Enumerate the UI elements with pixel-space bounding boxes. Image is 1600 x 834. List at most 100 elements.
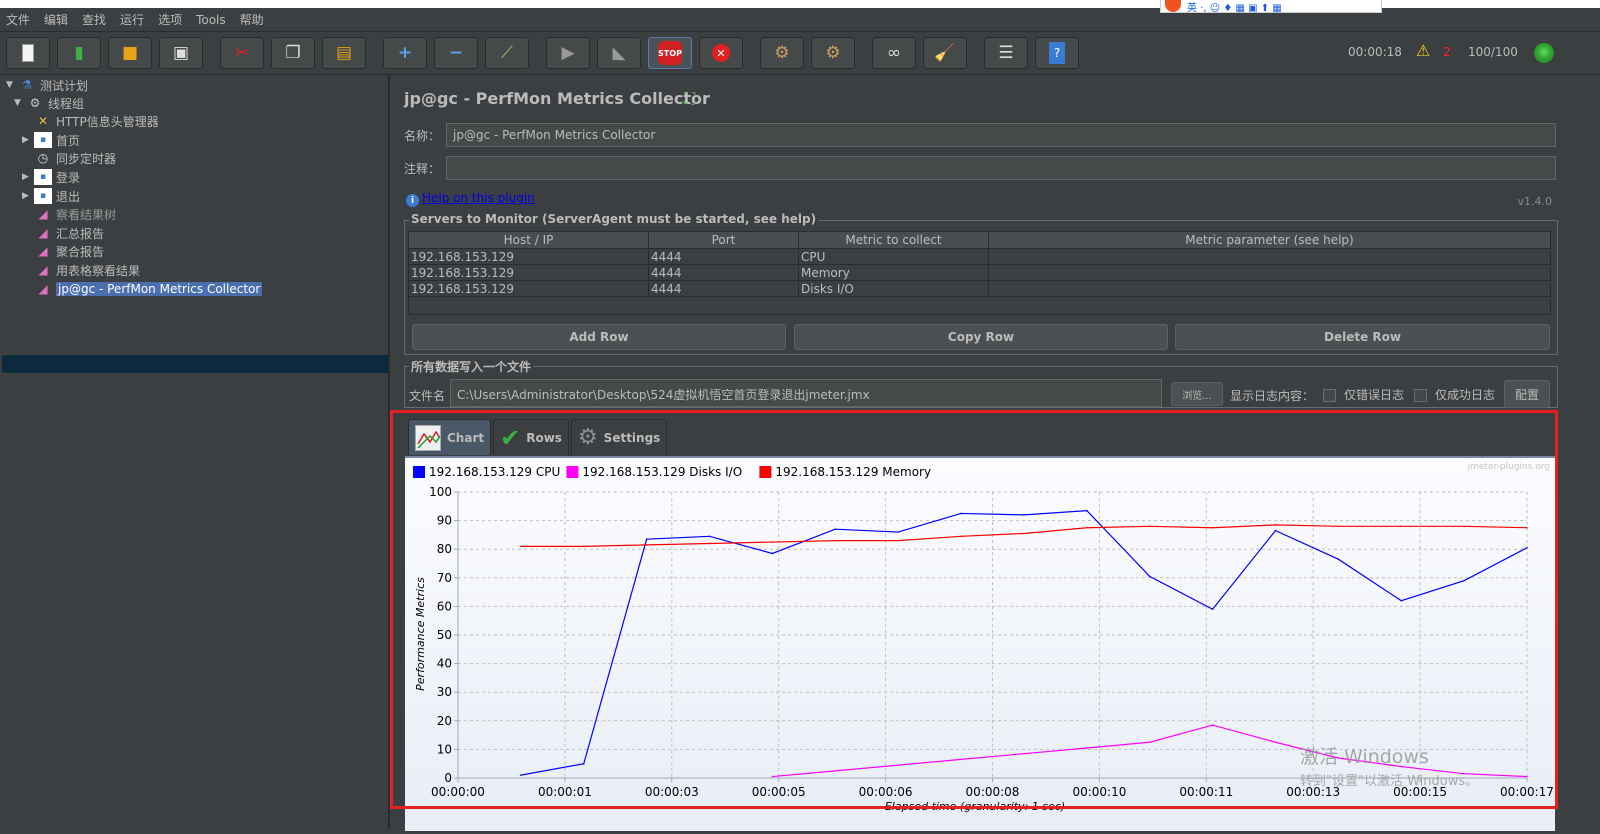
column-header[interactable]: Host / IP	[408, 231, 649, 249]
clear-button[interactable]: ⚙	[760, 37, 804, 69]
table-row[interactable]: 192.168.153.129 4444 CPU	[408, 248, 1551, 265]
stop-button[interactable]: STOP	[648, 37, 692, 69]
tree-item-label: 退出	[56, 189, 81, 204]
tree-item-test-plan[interactable]: ▼ ⚗ 测试计划	[6, 76, 88, 94]
tree-item-perfmon-collector[interactable]: ◢ jp@gc - PerfMon Metrics Collector	[22, 280, 263, 298]
ime-lang[interactable]: 英 ·, ☺ ♦ ▦ ▣ ⬆ ▦	[1187, 0, 1282, 14]
expand-fullscreen-icon[interactable]: ⛶	[684, 89, 695, 109]
menu-tools[interactable]: Tools	[196, 13, 226, 27]
port-cell[interactable]: 4444	[648, 280, 799, 297]
tab-chart[interactable]: Chart	[408, 419, 492, 455]
start-no-pauses-button[interactable]: ◣	[597, 37, 641, 69]
collapse-button[interactable]: −	[434, 37, 478, 69]
expand-toggle[interactable]: ▶	[22, 172, 34, 182]
data-point	[1526, 526, 1528, 529]
column-header[interactable]: Metric parameter (see help)	[988, 231, 1551, 249]
warning-icon[interactable]: ⚠	[1416, 41, 1430, 60]
paste-button[interactable]: ▤	[322, 37, 366, 69]
data-point	[1211, 608, 1214, 611]
menu-options[interactable]: 选项	[158, 11, 182, 28]
legend-label: 192.168.153.129 CPU	[429, 465, 560, 479]
success-only-option[interactable]: 仅成功日志	[1414, 386, 1495, 403]
metric-cell[interactable]: Disks I/O	[798, 280, 989, 297]
y-tick-label: 70	[437, 571, 452, 585]
tree-item-view-results-table[interactable]: ◢ 用表格察看结果	[22, 261, 140, 279]
delete-row-button[interactable]: Delete Row	[1175, 324, 1550, 350]
name-input[interactable]: jp@gc - PerfMon Metrics Collector	[446, 123, 1556, 147]
tree-item-view-results-tree[interactable]: ◢ 察看结果树	[22, 205, 116, 223]
tree-item-aggregate-report[interactable]: ◢ 聚合报告	[22, 242, 104, 260]
shutdown-button[interactable]: ✕	[699, 37, 743, 69]
clear-all-button[interactable]: ⚙	[811, 37, 855, 69]
data-point	[520, 774, 522, 776]
legend-swatch	[413, 466, 425, 478]
configure-button[interactable]: 配置	[1504, 380, 1550, 408]
errors-only-option[interactable]: 仅错误日志	[1323, 386, 1404, 403]
x-axis-label: Elapsed time (granularity: 1 sec)	[885, 800, 1065, 813]
param-cell[interactable]	[988, 264, 1551, 281]
menu-run[interactable]: 运行	[120, 11, 144, 28]
expand-toggle[interactable]: ▶	[22, 135, 34, 145]
y-tick-label: 90	[437, 514, 452, 528]
tab-rows[interactable]: ✔ Rows	[493, 419, 569, 455]
templates-button[interactable]: ▮	[57, 37, 101, 69]
host-cell[interactable]: 192.168.153.129	[408, 264, 649, 281]
tree-item-thread-group[interactable]: ▼ ⚙ 线程组	[14, 94, 84, 112]
menu-file[interactable]: 文件	[6, 11, 30, 28]
search-button[interactable]: ∞	[872, 37, 916, 69]
filename-input[interactable]: C:\Users\Administrator\Desktop\524虚拟机悟空首…	[450, 379, 1162, 407]
x-tick-label: 00:00:05	[752, 785, 806, 799]
new-button[interactable]	[6, 37, 50, 69]
tree-item-label: 汇总报告	[56, 226, 105, 241]
toggle-button[interactable]: ⟋	[485, 37, 529, 69]
tree-item-login[interactable]: ▶ ▪ 登录	[22, 168, 80, 186]
save-button[interactable]: ▣	[159, 37, 203, 69]
menu-edit[interactable]: 编辑	[44, 11, 68, 28]
host-cell[interactable]: 192.168.153.129	[408, 248, 649, 265]
x-tick-label: 00:00:10	[1072, 785, 1126, 799]
x-tick-label: 00:00:01	[538, 785, 592, 799]
add-row-button[interactable]: Add Row	[412, 324, 786, 350]
open-button[interactable]: ■	[108, 37, 152, 69]
save-icon: ▣	[172, 43, 190, 63]
tree-item-sync-timer[interactable]: ◷ 同步定时器	[22, 149, 116, 167]
success-only-checkbox[interactable]	[1414, 389, 1427, 402]
param-cell[interactable]	[988, 248, 1551, 265]
host-cell[interactable]: 192.168.153.129	[408, 280, 649, 297]
tree-item-summary-report[interactable]: ◢ 汇总报告	[22, 224, 104, 242]
tab-settings[interactable]: ⚙ Settings	[570, 419, 668, 455]
copy-button[interactable]: ❐	[271, 37, 315, 69]
tree-item-home[interactable]: ▶ ▪ 首页	[22, 131, 80, 149]
start-button[interactable]: ▶	[546, 37, 590, 69]
function-helper-button[interactable]: ☰	[984, 37, 1028, 69]
port-cell[interactable]: 4444	[648, 264, 799, 281]
expand-toggle[interactable]: ▼	[14, 98, 26, 108]
menu-search[interactable]: 查找	[82, 11, 106, 28]
metric-cell[interactable]: Memory	[798, 264, 989, 281]
browse-button[interactable]: 浏览...	[1171, 382, 1223, 406]
errors-only-checkbox[interactable]	[1323, 389, 1336, 402]
tree-item-header-manager[interactable]: ✕ HTTP信息头管理器	[22, 112, 159, 130]
cut-button[interactable]: ✂	[220, 37, 264, 69]
data-point	[645, 538, 648, 540]
copy-row-button[interactable]: Copy Row	[794, 324, 1168, 350]
menu-help[interactable]: 帮助	[240, 11, 264, 28]
comment-input[interactable]	[446, 156, 1556, 180]
column-header[interactable]: Metric to collect	[798, 231, 989, 249]
param-cell[interactable]	[988, 280, 1551, 297]
port-cell[interactable]: 4444	[648, 248, 799, 265]
metric-cell[interactable]: CPU	[798, 248, 989, 265]
expand-toggle[interactable]: ▶	[22, 191, 34, 201]
column-header[interactable]: Port	[648, 231, 799, 249]
expand-toggle[interactable]: ▼	[6, 80, 18, 90]
reset-search-button[interactable]: 🧹	[923, 37, 967, 69]
help-link[interactable]: Help on this plugin	[422, 191, 535, 205]
table-row[interactable]: 192.168.153.129 4444 Disks I/O	[408, 280, 1551, 297]
tree-item-logout[interactable]: ▶ ▪ 退出	[22, 187, 80, 205]
legend-swatch	[759, 466, 772, 478]
table-row[interactable]: 192.168.153.129 4444 Memory	[408, 264, 1551, 281]
expand-button[interactable]: +	[383, 37, 427, 69]
warning-count[interactable]: 2	[1443, 45, 1451, 59]
x-tick-label: 00:00:03	[645, 785, 699, 799]
help-button[interactable]: ?	[1035, 37, 1079, 69]
